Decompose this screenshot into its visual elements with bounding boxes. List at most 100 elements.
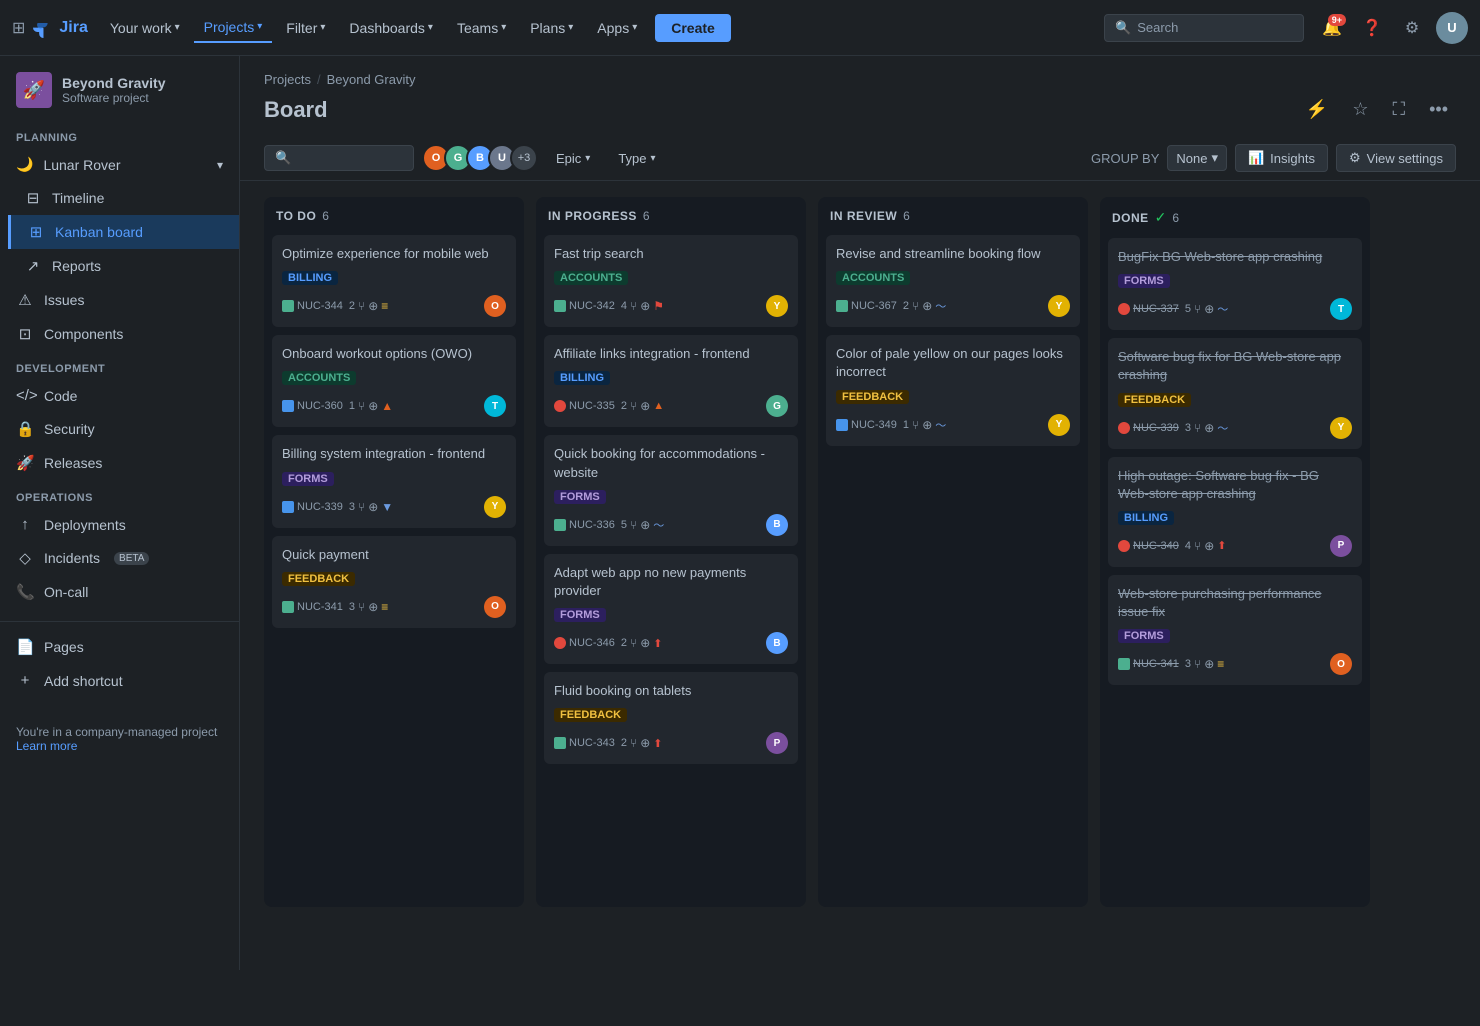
card-title: Optimize experience for mobile web (282, 245, 506, 263)
sidebar-item-deployments[interactable]: ↑ Deployments (0, 508, 239, 541)
footer-learn-more[interactable]: Learn more (16, 739, 77, 753)
col-count-done: 6 (1172, 211, 1179, 225)
card[interactable]: Affiliate links integration - frontend B… (544, 335, 798, 427)
sidebar-label-releases: Releases (44, 455, 102, 471)
search-box[interactable]: 🔍 Search (1104, 14, 1304, 42)
sidebar-item-pages[interactable]: 📄 Pages (0, 630, 239, 664)
avatar-filter-more[interactable]: +3 (510, 144, 538, 172)
card[interactable]: Color of pale yellow on our pages looks … (826, 335, 1080, 445)
view-settings-button[interactable]: ⚙ View settings (1336, 144, 1456, 172)
meta-icons: 5 ⑂ ⊕ 〜 (1185, 301, 1228, 317)
lunar-rover-chevron: ▾ (217, 158, 223, 172)
fullscreen-button[interactable]: ⛶ (1384, 95, 1413, 124)
nav-your-work[interactable]: Your work▾ (100, 14, 190, 42)
user-avatar[interactable]: U (1436, 12, 1468, 44)
card[interactable]: Fast trip search ACCOUNTS NUC-342 4 ⑂ ⊕ … (544, 235, 798, 327)
sidebar-item-components[interactable]: ⊡ Components (0, 317, 239, 351)
card[interactable]: Billing system integration - frontend FO… (272, 435, 516, 527)
settings-button[interactable]: ⚙ (1396, 12, 1428, 44)
meta-icons: 2 ⑂ ⊕ 〜 (903, 298, 946, 314)
card[interactable]: Software bug fix for BG Web-store app cr… (1108, 338, 1362, 448)
board-search[interactable]: 🔍 (264, 145, 414, 171)
avatar-filters: O G B U +3 (422, 144, 538, 172)
card[interactable]: Quick booking for accommodations - websi… (544, 435, 798, 545)
sidebar-item-timeline[interactable]: ⊟ Timeline (8, 181, 239, 215)
nav-plans[interactable]: Plans▾ (520, 14, 583, 42)
insights-button[interactable]: 📊 Insights (1235, 144, 1328, 172)
card[interactable]: Adapt web app no new payments provider F… (544, 554, 798, 664)
logo[interactable]: Jira (33, 18, 87, 38)
create-button[interactable]: Create (655, 14, 731, 42)
card[interactable]: BugFix BG Web-store app crashing FORMS N… (1108, 238, 1362, 330)
more-button[interactable]: ••• (1421, 95, 1456, 124)
sidebar-group-lunar-rover[interactable]: 🌙 Lunar Rover ▾ (0, 148, 239, 181)
nav-projects[interactable]: Projects▾ (194, 13, 273, 43)
sidebar-label-incidents: Incidents (44, 550, 100, 566)
board-search-input[interactable] (297, 151, 403, 166)
breadcrumb-projects[interactable]: Projects (264, 72, 311, 87)
card-id: NUC-339 (1118, 422, 1179, 434)
nav-dashboards[interactable]: Dashboards▾ (339, 14, 443, 42)
story-points-icon: ⊕ (922, 418, 932, 432)
sidebar-item-releases[interactable]: 🚀 Releases (0, 446, 239, 480)
help-button[interactable]: ❓ (1356, 12, 1388, 44)
col-cards-inreview: Revise and streamline booking flow ACCOU… (818, 231, 1088, 907)
nav-filter[interactable]: Filter▾ (276, 14, 335, 42)
sidebar-item-kanban[interactable]: ⊞ Kanban board (8, 215, 239, 249)
card-avatar: Y (484, 496, 506, 518)
sidebar-item-add-shortcut[interactable]: + Add shortcut (0, 664, 239, 697)
notifications-button[interactable]: 🔔 9+ (1316, 12, 1348, 44)
branch-icon: ⑂ (1194, 302, 1201, 316)
sidebar-label-add-shortcut: Add shortcut (44, 673, 123, 689)
sidebar-item-issues[interactable]: ⚠ Issues (0, 283, 239, 317)
card[interactable]: Optimize experience for mobile web BILLI… (272, 235, 516, 327)
card-meta: NUC-339 3 ⑂ ⊕ 〜 Y (1118, 417, 1352, 439)
card-id: NUC-349 (836, 419, 897, 431)
card-tag: BILLING (282, 271, 338, 285)
nav-teams[interactable]: Teams▾ (447, 14, 516, 42)
card[interactable]: Onboard workout options (OWO) ACCOUNTS N… (272, 335, 516, 427)
sidebar-item-security[interactable]: 🔒 Security (0, 412, 239, 446)
card-meta: NUC-367 2 ⑂ ⊕ 〜 Y (836, 295, 1070, 317)
col-title-done: DONE (1112, 211, 1149, 225)
sidebar-item-oncall[interactable]: 📞 On-call (0, 575, 239, 609)
card-meta: NUC-339 3 ⑂ ⊕ ▼ Y (282, 496, 506, 518)
planning-label: PLANNING (0, 120, 239, 148)
sidebar-project[interactable]: 🚀 Beyond Gravity Software project (0, 56, 239, 120)
card-avatar: O (484, 596, 506, 618)
card-avatar: B (766, 632, 788, 654)
add-shortcut-icon: + (16, 672, 34, 689)
nav-apps[interactable]: Apps▾ (587, 14, 647, 42)
meta-icons: 3 ⑂ ⊕ ▼ (349, 500, 393, 514)
sidebar-item-incidents[interactable]: ◇ Incidents BETA (0, 541, 239, 575)
card-tag: ACCOUNTS (836, 271, 910, 285)
card-id: NUC-360 (282, 400, 343, 412)
lightning-button[interactable]: ⚡ (1298, 95, 1336, 124)
card-avatar: Y (1048, 295, 1070, 317)
group-by-label: GROUP BY (1091, 151, 1159, 166)
card-title: Color of pale yellow on our pages looks … (836, 345, 1070, 381)
sidebar-item-code[interactable]: </> Code (0, 379, 239, 412)
card[interactable]: Revise and streamline booking flow ACCOU… (826, 235, 1080, 327)
card[interactable]: High outage: Software bug fix - BG Web-s… (1108, 457, 1362, 567)
story-points-icon: ⊕ (640, 636, 650, 650)
card-tag: FORMS (282, 472, 334, 486)
card-title: BugFix BG Web-store app crashing (1118, 248, 1352, 266)
card-meta: NUC-335 2 ⑂ ⊕ ▲ G (554, 395, 788, 417)
group-by-select[interactable]: None ▾ (1167, 145, 1227, 171)
grid-icon[interactable]: ⊞ (12, 18, 25, 38)
card-meta: NUC-341 3 ⑂ ⊕ ≡ O (282, 596, 506, 618)
sidebar-item-reports[interactable]: ↗ Reports (8, 249, 239, 283)
card[interactable]: Web-store purchasing performance issue f… (1108, 575, 1362, 685)
card-avatar: Y (1048, 414, 1070, 436)
breadcrumb-project[interactable]: Beyond Gravity (327, 72, 416, 87)
epic-filter[interactable]: Epic ▾ (546, 147, 600, 170)
card[interactable]: Quick payment FEEDBACK NUC-341 3 ⑂ ⊕ ≡ O (272, 536, 516, 628)
card-title: Adapt web app no new payments provider (554, 564, 788, 600)
card-meta: NUC-342 4 ⑂ ⊕ ⚑ Y (554, 295, 788, 317)
type-filter[interactable]: Type ▾ (608, 147, 665, 170)
card-meta: NUC-341 3 ⑂ ⊕ ≡ O (1118, 653, 1352, 675)
star-button[interactable]: ☆ (1344, 95, 1376, 124)
card[interactable]: Fluid booking on tablets FEEDBACK NUC-34… (544, 672, 798, 764)
operations-label: OPERATIONS (0, 480, 239, 508)
